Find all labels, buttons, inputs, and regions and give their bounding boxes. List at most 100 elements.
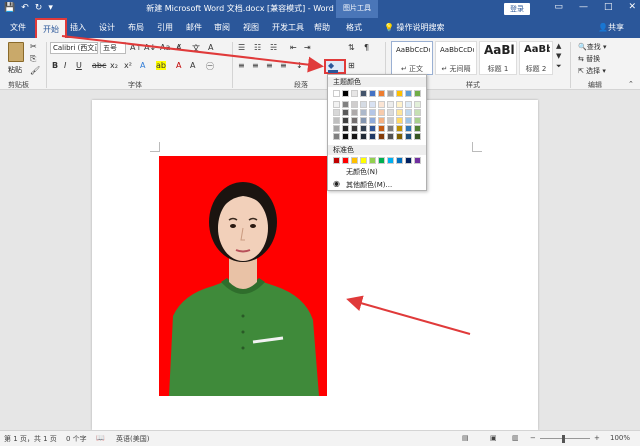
tab-developer[interactable]: 开发工具 (272, 22, 304, 33)
color-swatch[interactable] (360, 133, 367, 140)
color-swatch[interactable] (414, 125, 421, 132)
share-button[interactable]: 👤共享 (598, 22, 624, 33)
zoom-out-icon[interactable]: − (530, 434, 536, 442)
read-mode-icon[interactable]: ▤ (462, 434, 469, 442)
color-swatch[interactable] (369, 117, 376, 124)
color-swatch[interactable] (405, 90, 412, 97)
color-swatch[interactable] (360, 101, 367, 108)
proofing-icon[interactable]: 📖 (96, 434, 105, 442)
italic-icon[interactable]: I (64, 61, 66, 70)
color-swatch[interactable] (378, 101, 385, 108)
color-swatch[interactable] (369, 133, 376, 140)
color-swatch[interactable] (369, 109, 376, 116)
color-swatch[interactable] (360, 117, 367, 124)
color-swatch[interactable] (342, 117, 349, 124)
cut-icon[interactable]: ✂ (30, 42, 37, 51)
color-swatch[interactable] (396, 157, 403, 164)
color-swatch[interactable] (351, 125, 358, 132)
strikethrough-icon[interactable]: abc (92, 61, 106, 70)
tab-review[interactable]: 审阅 (214, 22, 230, 33)
color-swatch[interactable] (333, 125, 340, 132)
web-layout-icon[interactable]: ▥ (512, 434, 519, 442)
color-swatch[interactable] (369, 90, 376, 97)
zoom-slider[interactable] (540, 438, 590, 439)
highlight-icon[interactable]: ab (156, 61, 166, 70)
underline-icon[interactable]: U (76, 61, 82, 70)
tab-picture-format[interactable]: 格式 (346, 22, 362, 33)
color-swatch[interactable] (396, 109, 403, 116)
id-photo-image[interactable] (159, 156, 327, 396)
color-swatch[interactable] (378, 90, 385, 97)
subscript-icon[interactable]: x₂ (110, 61, 118, 70)
color-swatch[interactable] (351, 117, 358, 124)
tab-mailings[interactable]: 邮件 (186, 22, 202, 33)
shading-button[interactable]: ◆ (324, 59, 346, 74)
no-color-option[interactable]: 无颜色(N) (346, 167, 378, 177)
superscript-icon[interactable]: x² (124, 61, 132, 70)
font-color-icon[interactable]: A (176, 61, 181, 70)
color-swatch[interactable] (369, 101, 376, 108)
color-swatch[interactable] (387, 90, 394, 97)
color-swatch[interactable] (378, 117, 385, 124)
color-swatch[interactable] (396, 90, 403, 97)
line-spacing-icon[interactable]: ↕ (296, 61, 303, 70)
copy-icon[interactable]: ⎘ (30, 54, 36, 64)
color-swatch[interactable] (405, 117, 412, 124)
color-swatch[interactable] (378, 125, 385, 132)
font-name-select[interactable]: Calibri (西文正文) (50, 42, 98, 54)
color-swatch[interactable] (405, 109, 412, 116)
color-swatch[interactable] (387, 101, 394, 108)
customize-qa-icon[interactable]: ▾ (48, 3, 53, 13)
tab-file[interactable]: 文件 (10, 22, 26, 33)
close-icon[interactable]: ✕ (628, 2, 636, 12)
color-swatch[interactable] (360, 109, 367, 116)
align-left-icon[interactable]: ≡ (238, 61, 245, 70)
enclose-char-icon[interactable]: ㊀ (206, 61, 214, 72)
zoom-slider-thumb[interactable] (562, 435, 565, 443)
phonetic-icon[interactable]: 文 (192, 43, 200, 54)
replace-button[interactable]: ⇆ 替换 (578, 54, 600, 64)
color-swatch[interactable] (378, 133, 385, 140)
justify-icon[interactable]: ≡ (280, 61, 287, 70)
increase-indent-icon[interactable]: ⇥ (304, 43, 311, 52)
color-swatch[interactable] (369, 125, 376, 132)
undo-icon[interactable]: ↶ (21, 3, 29, 13)
change-case-icon[interactable]: Aa (160, 43, 170, 52)
style-heading-2[interactable]: AaBbC 标题 2 (519, 41, 553, 75)
login-button[interactable]: 登录 (504, 3, 530, 15)
color-swatch[interactable] (405, 101, 412, 108)
paste-icon[interactable] (8, 42, 24, 62)
color-swatch[interactable] (369, 157, 376, 164)
align-center-icon[interactable]: ≡ (252, 61, 259, 70)
sort-icon[interactable]: ⇅ (348, 43, 355, 52)
color-swatch[interactable] (405, 125, 412, 132)
paste-label[interactable]: 粘贴 (8, 65, 22, 75)
color-swatch[interactable] (342, 101, 349, 108)
color-swatch[interactable] (342, 90, 349, 97)
find-button[interactable]: 🔍查找 ▾ (578, 42, 606, 52)
print-layout-icon[interactable]: ▣ (490, 434, 497, 442)
color-swatch[interactable] (360, 157, 367, 164)
color-swatch[interactable] (414, 157, 421, 164)
color-swatch[interactable] (378, 109, 385, 116)
char-shading-icon[interactable]: A (190, 61, 195, 70)
tab-references[interactable]: 引用 (157, 22, 173, 33)
tab-layout[interactable]: 布局 (128, 22, 144, 33)
format-painter-icon[interactable]: 🖌 (30, 66, 40, 75)
color-swatch[interactable] (342, 157, 349, 164)
color-swatch[interactable] (333, 133, 340, 140)
styles-scroll-up-icon[interactable]: ▲ (556, 42, 561, 50)
color-swatch[interactable] (360, 125, 367, 132)
styles-more-icon[interactable]: ⏷ (556, 62, 562, 71)
minimize-icon[interactable]: — (579, 2, 588, 12)
language-indicator[interactable]: 英语(美国) (116, 434, 149, 444)
color-swatch[interactable] (405, 157, 412, 164)
page-count[interactable]: 第 1 页，共 1 页 (4, 434, 57, 444)
show-marks-icon[interactable]: ¶ (364, 43, 369, 52)
color-swatch[interactable] (342, 125, 349, 132)
more-colors-option[interactable]: 其他颜色(M)... (346, 180, 392, 190)
decrease-indent-icon[interactable]: ⇤ (290, 43, 297, 52)
color-swatch[interactable] (333, 157, 340, 164)
align-right-icon[interactable]: ≡ (266, 61, 273, 70)
select-button[interactable]: ⇱ 选择 ▾ (578, 66, 606, 76)
